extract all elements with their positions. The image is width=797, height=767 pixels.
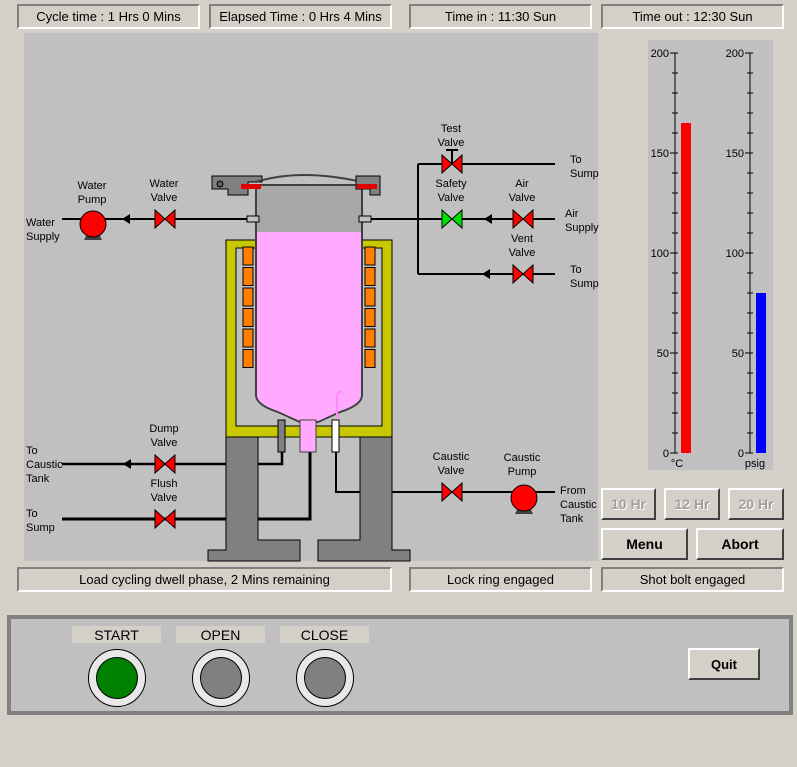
open-label: OPEN [176, 626, 265, 643]
close-label: CLOSE [280, 626, 369, 643]
tick-label: 50 [732, 348, 744, 360]
close-button[interactable] [296, 649, 354, 707]
heater-block [364, 349, 376, 368]
menu-button[interactable]: Menu [601, 528, 688, 560]
tick-label: 200 [651, 48, 669, 60]
tick-label: 200 [726, 48, 744, 60]
heater-block [242, 328, 254, 348]
heater-block [242, 267, 254, 286]
control-panel: START OPEN CLOSE Quit [7, 615, 793, 715]
heater-block [364, 328, 376, 348]
tick-label: 150 [651, 148, 669, 160]
tick-label: 100 [651, 248, 669, 260]
hinge-pin [216, 180, 224, 188]
start-label: START [72, 626, 161, 643]
20-hr-button[interactable]: 20 Hr [728, 488, 784, 520]
temperature-bar [681, 123, 691, 453]
close-lamp [304, 657, 346, 699]
start-button[interactable] [88, 649, 146, 707]
drain-outlet [299, 419, 317, 453]
10-hr-button[interactable]: 10 Hr [601, 488, 656, 520]
lock-ring-status: Lock ring engaged [409, 567, 592, 592]
tick-label: 50 [657, 348, 669, 360]
heater-block [242, 308, 254, 327]
shot-bolt-left [241, 184, 261, 189]
heater-block [242, 287, 254, 307]
abort-button[interactable]: Abort [696, 528, 784, 560]
vessel-fluid [257, 232, 361, 421]
tick-label: 0 [738, 448, 744, 460]
start-lamp [96, 657, 138, 699]
tick-label: 0 [663, 448, 669, 460]
cycle-time: Cycle time : 1 Hrs 0 Mins [17, 4, 200, 29]
heater-block [242, 246, 254, 266]
heater-block [242, 349, 254, 368]
time-in: Time in : 11:30 Sun [409, 4, 592, 29]
time-out: Time out : 12:30 Sun [601, 4, 784, 29]
heater-block [364, 308, 376, 327]
vent-valve[interactable]: Vent Valve [509, 233, 536, 285]
flange-right [358, 215, 372, 223]
quit-button[interactable]: Quit [688, 648, 760, 680]
heater-block [364, 287, 376, 307]
tick-label: 150 [726, 148, 744, 160]
open-button[interactable] [192, 649, 250, 707]
shot-bolt-status: Shot bolt engaged [601, 567, 784, 592]
unit-label: psig [745, 458, 765, 470]
heater-block [364, 246, 376, 266]
tick-label: 100 [726, 248, 744, 260]
caustic-port [331, 419, 340, 453]
open-lamp [200, 657, 242, 699]
pressure-bar [756, 293, 766, 453]
phase-status: Load cycling dwell phase, 2 Mins remaini… [17, 567, 392, 592]
dump-port [277, 419, 286, 453]
heater-block [364, 267, 376, 286]
12-hr-button[interactable]: 12 Hr [664, 488, 720, 520]
flange-left [246, 215, 260, 223]
elapsed-time: Elapsed Time : 0 Hrs 4 Mins [209, 4, 392, 29]
shot-bolt-right [357, 184, 377, 189]
test-valve[interactable]: Test Valve [438, 123, 465, 175]
flush-valve[interactable]: Flush Valve [151, 478, 178, 530]
unit-label: °C [671, 458, 683, 470]
